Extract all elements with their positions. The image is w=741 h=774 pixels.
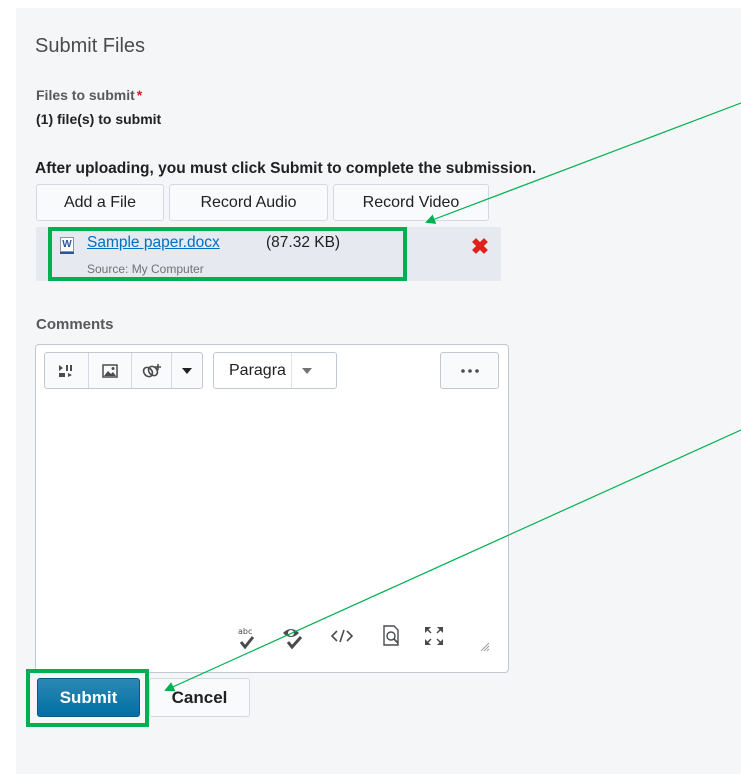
submit-highlight-box xyxy=(26,669,149,727)
spellcheck-icon[interactable]: abc xyxy=(236,626,258,657)
comments-editor[interactable] xyxy=(35,344,509,673)
add-file-button[interactable]: Add a File xyxy=(36,184,164,221)
paragraph-format-select[interactable]: Paragra xyxy=(213,352,337,389)
cancel-button[interactable]: Cancel xyxy=(149,678,250,717)
files-to-submit-label: Files to submit * xyxy=(36,87,142,103)
upload-instruction: After uploading, you must click Submit t… xyxy=(35,160,537,177)
file-highlight-box xyxy=(48,227,407,281)
page-title: Submit Files xyxy=(35,35,146,57)
chevron-down-icon[interactable] xyxy=(172,353,202,388)
preview-icon[interactable] xyxy=(382,625,402,652)
remove-file-icon[interactable]: ✖ xyxy=(469,236,491,258)
files-label-text: Files to submit xyxy=(36,87,135,103)
chevron-down-icon xyxy=(291,353,322,388)
source-code-icon[interactable] xyxy=(330,629,354,648)
fullscreen-icon[interactable] xyxy=(424,626,444,651)
accessibility-checker-icon[interactable] xyxy=(280,626,306,657)
comments-label: Comments xyxy=(36,316,114,333)
insert-link-icon[interactable] xyxy=(132,353,173,388)
required-marker: * xyxy=(136,87,143,103)
svg-text:abc: abc xyxy=(238,627,252,636)
more-options-icon[interactable] xyxy=(440,352,499,389)
resize-handle-icon[interactable] xyxy=(480,639,490,657)
record-video-button[interactable]: Record Video xyxy=(333,184,489,221)
insert-image-icon[interactable] xyxy=(89,353,132,388)
paragraph-format-value: Paragra xyxy=(229,361,286,379)
files-count: (1) file(s) to submit xyxy=(36,111,162,127)
editor-toolbar-group xyxy=(44,352,203,389)
record-audio-button[interactable]: Record Audio xyxy=(169,184,328,221)
insert-stuff-icon[interactable] xyxy=(45,353,90,388)
